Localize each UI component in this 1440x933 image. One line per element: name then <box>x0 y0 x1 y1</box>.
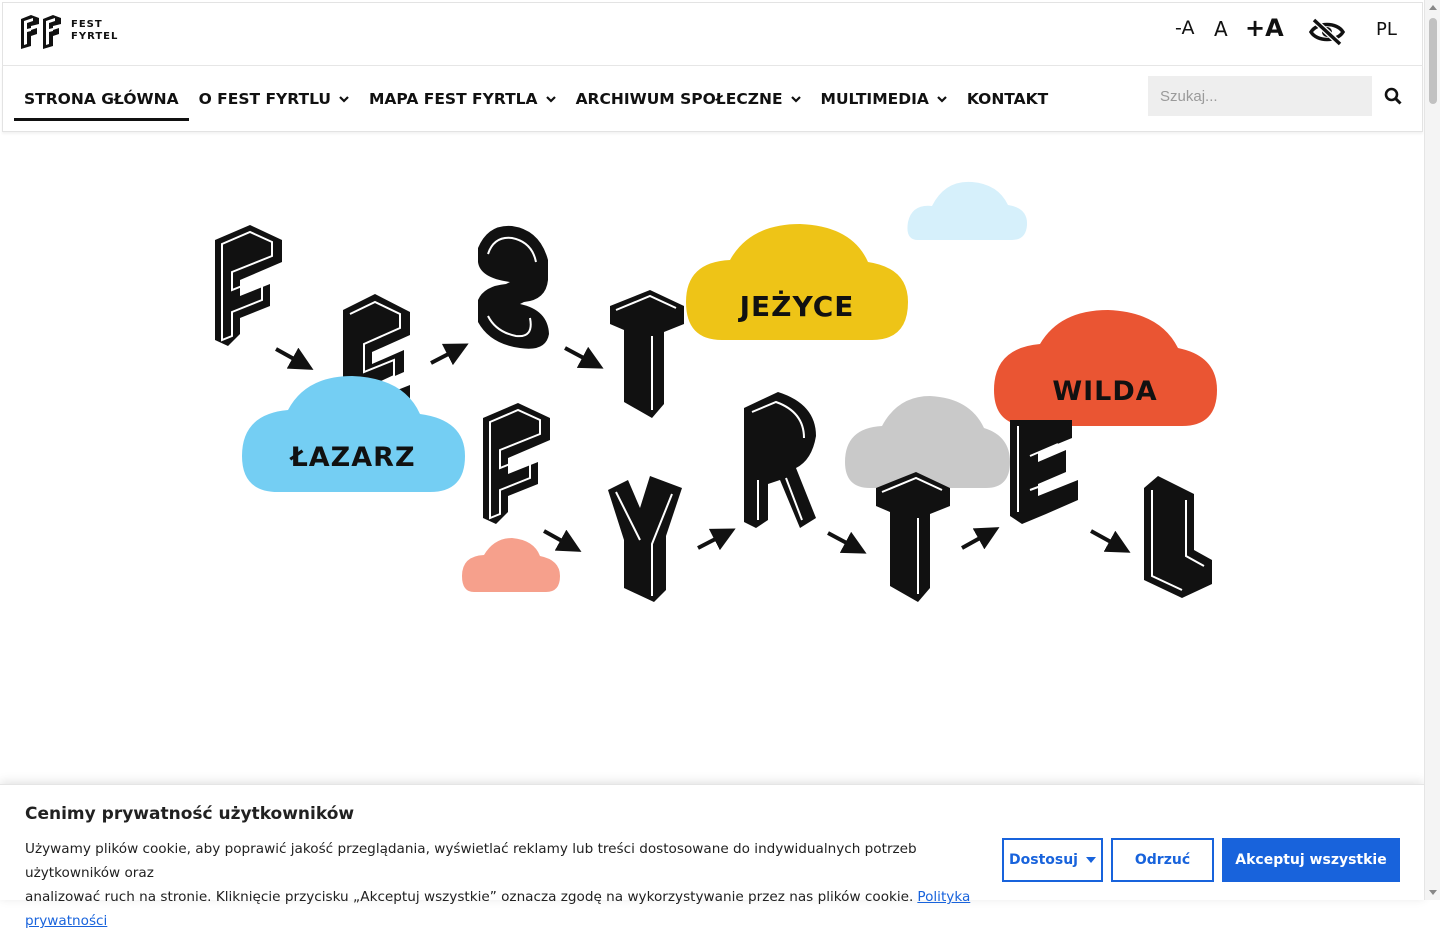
cloud-jezyce: JEŻYCE <box>686 224 908 340</box>
font-reset-button[interactable]: A <box>1214 17 1228 41</box>
cloud-wilda: WILDA <box>994 310 1217 426</box>
fest-fyrtel-logo-icon <box>21 15 61 49</box>
cookie-title: Cenimy prywatność użytkowników <box>25 804 355 824</box>
top-bar: FEST FYRTEL -A A +A PL <box>2 2 1423 66</box>
font-decrease-button[interactable]: -A <box>1175 17 1194 39</box>
scroll-up-arrow-icon[interactable] <box>1429 5 1437 10</box>
letter-l <box>1144 476 1212 598</box>
letter-f-bottom <box>483 403 550 524</box>
cloud-lazarz: ŁAZARZ <box>242 376 465 492</box>
arrow-icon <box>697 528 736 551</box>
nav-item-multimedia[interactable]: MULTIMEDIA <box>811 66 957 132</box>
reject-button[interactable]: Odrzuć <box>1111 838 1214 882</box>
nav-item-o-fest-fyrtlu[interactable]: O FEST FYRTLU <box>189 66 359 132</box>
contrast-toggle-eye-icon[interactable] <box>1309 17 1345 47</box>
cloud-label-wilda: WILDA <box>1052 376 1157 407</box>
letter-f-top <box>215 225 282 346</box>
site-logo[interactable]: FEST FYRTEL <box>19 13 118 49</box>
main-navigation: STRONA GŁÓWNA O FEST FYRTLU MAPA FEST FY… <box>2 66 1423 132</box>
logo-text: FEST FYRTEL <box>71 19 118 43</box>
font-size-controls: -A <box>1175 17 1194 39</box>
nav-label: MAPA FEST FYRTLA <box>369 90 538 108</box>
accept-all-button[interactable]: Akceptuj wszystkie <box>1222 838 1400 882</box>
cloud-salmon <box>462 538 560 592</box>
nav-item-kontakt[interactable]: KONTAKT <box>957 66 1058 132</box>
font-increase-button[interactable]: +A <box>1245 14 1284 42</box>
accept-label: Akceptuj wszystkie <box>1235 852 1387 868</box>
page-scrollbar[interactable] <box>1424 0 1440 900</box>
cookie-text-line-1: Używamy plików cookie, aby poprawić jako… <box>25 841 917 881</box>
arrow-icon <box>1090 529 1131 553</box>
cloud-label-jezyce: JEŻYCE <box>738 289 855 323</box>
nav-label: O FEST FYRTLU <box>198 90 331 108</box>
letter-t-top <box>610 290 684 418</box>
arrow-icon <box>275 347 314 370</box>
nav-label: STRONA GŁÓWNA <box>24 90 179 108</box>
letter-t-bottom <box>876 472 950 602</box>
search-input[interactable] <box>1148 76 1372 116</box>
nav-item-mapa-fest-fyrtla[interactable]: MAPA FEST FYRTLA <box>359 66 566 132</box>
scroll-down-arrow-icon[interactable] <box>1429 890 1437 895</box>
nav-label: KONTAKT <box>966 90 1049 108</box>
search-button[interactable] <box>1373 76 1413 116</box>
letter-e-bottom <box>1010 420 1078 524</box>
cloud-label-lazarz: ŁAZARZ <box>288 442 415 473</box>
fest-fyrtel-hero-illustration: JEŻYCE WILDA ŁAZARZ <box>215 181 1217 602</box>
arrow-icon <box>827 531 867 554</box>
letter-r <box>744 392 816 528</box>
cookie-description: Używamy plików cookie, aby poprawić jako… <box>25 837 975 933</box>
arrow-icon <box>564 346 604 369</box>
customize-label: Dostosuj <box>1009 852 1078 868</box>
search-icon <box>1384 87 1402 105</box>
cloud-light-blue <box>907 181 1028 240</box>
language-switcher[interactable]: PL <box>1376 19 1397 40</box>
cloud-grey <box>845 396 1010 488</box>
arrow-icon <box>543 529 582 552</box>
arrow-icon <box>961 527 1000 550</box>
nav-label: MULTIMEDIA <box>820 90 929 108</box>
caret-down-icon <box>1085 857 1096 863</box>
chevron-down-icon <box>790 95 801 103</box>
customize-button[interactable]: Dostosuj <box>1002 838 1103 882</box>
nav-item-archiwum-spoleczne[interactable]: ARCHIWUM SPOŁECZNE <box>566 66 811 132</box>
letter-y <box>608 476 682 602</box>
logo-line-fyrtel: FYRTEL <box>71 31 119 42</box>
cookie-consent-banner: Cenimy prywatność użytkowników Używamy p… <box>0 784 1424 929</box>
logo-line-fest: FEST <box>71 19 103 30</box>
arrow-icon <box>430 343 469 366</box>
chevron-down-icon <box>545 95 556 103</box>
nav-item-strona-glowna[interactable]: STRONA GŁÓWNA <box>14 66 189 132</box>
chevron-down-icon <box>339 95 349 103</box>
scroll-thumb[interactable] <box>1429 18 1437 104</box>
chevron-down-icon <box>937 95 947 103</box>
nav-label: ARCHIWUM SPOŁECZNE <box>575 90 783 108</box>
cookie-text-line-2: analizować ruch na stronie. Kliknięcie p… <box>25 889 914 905</box>
letter-s <box>478 225 549 349</box>
reject-label: Odrzuć <box>1134 852 1191 868</box>
